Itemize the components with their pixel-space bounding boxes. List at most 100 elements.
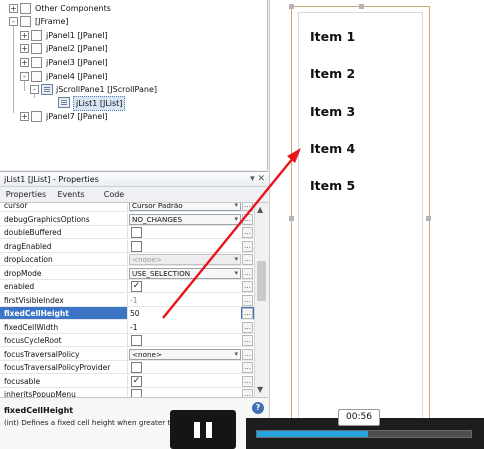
- property-checkbox[interactable]: [131, 362, 142, 373]
- list-item[interactable]: Item 3: [310, 104, 355, 119]
- property-row-enabled[interactable]: enabled ✓…: [0, 280, 254, 293]
- property-value[interactable]: [127, 334, 241, 347]
- expand-icon[interactable]: +: [20, 112, 29, 121]
- tree-node[interactable]: - [JFrame]: [0, 15, 260, 28]
- tree-node[interactable]: jList1 [JList]: [0, 96, 260, 111]
- resize-handle[interactable]: [289, 4, 294, 9]
- property-row-fixedCellHeight[interactable]: fixedCellHeight 50…: [0, 307, 254, 320]
- property-value[interactable]: -1: [127, 293, 241, 307]
- property-row-dragEnabled[interactable]: dragEnabled…: [0, 239, 254, 253]
- expand-icon[interactable]: +: [9, 4, 18, 13]
- customize-button[interactable]: …: [242, 335, 253, 346]
- expand-icon[interactable]: +: [20, 31, 29, 40]
- property-value[interactable]: [127, 239, 241, 253]
- property-value[interactable]: 50: [127, 307, 241, 320]
- property-row-firstVisibleIndex[interactable]: firstVisibleIndex -1…: [0, 293, 254, 307]
- panel-window-controls[interactable]: ▾ ✕: [250, 172, 265, 187]
- customize-button[interactable]: …: [242, 203, 253, 211]
- list-item[interactable]: Item 5: [310, 178, 355, 193]
- property-value[interactable]: ✓: [127, 374, 241, 388]
- property-checkbox[interactable]: [131, 240, 142, 252]
- property-dropdown[interactable]: USE_SELECTION ▾: [129, 267, 241, 279]
- customize-button[interactable]: …: [242, 227, 253, 238]
- property-name: focusTraversalPolicy: [4, 349, 80, 359]
- property-value[interactable]: ✓: [127, 280, 241, 293]
- customize-button[interactable]: …: [242, 308, 253, 319]
- property-value[interactable]: [127, 388, 241, 397]
- list-item[interactable]: Item 2: [310, 66, 355, 81]
- property-row-dropMode[interactable]: dropMode USE_SELECTION ▾…: [0, 266, 254, 280]
- property-text-value[interactable]: -1: [128, 323, 137, 332]
- list-item[interactable]: Item 1: [310, 29, 355, 44]
- property-value[interactable]: USE_SELECTION ▾: [127, 266, 241, 280]
- customize-button[interactable]: …: [242, 240, 253, 252]
- property-row-dropLocation[interactable]: dropLocation <none> ▾…: [0, 253, 254, 266]
- expand-icon[interactable]: +: [20, 44, 29, 53]
- property-sheet-scrollbar[interactable]: ▲ ▼: [254, 203, 268, 397]
- customize-button[interactable]: …: [242, 348, 253, 360]
- property-value[interactable]: Cursor Padrão ▾: [127, 203, 241, 212]
- expand-icon[interactable]: +: [20, 58, 29, 67]
- property-value[interactable]: [127, 226, 241, 239]
- property-row-fixedCellWidth[interactable]: fixedCellWidth -1…: [0, 320, 254, 334]
- tab-code[interactable]: Code: [96, 188, 132, 203]
- resize-handle[interactable]: [426, 216, 431, 221]
- tree-node[interactable]: + jPanel3 [JPanel]: [0, 56, 260, 69]
- property-row-focusTraversalPolicyProvider[interactable]: focusTraversalPolicyProvider…: [0, 361, 254, 374]
- property-dropdown[interactable]: NO_CHANGES ▾: [129, 213, 241, 225]
- list-item[interactable]: Item 4: [310, 141, 355, 156]
- property-row-debugGraphicsOptions[interactable]: debugGraphicsOptions NO_CHANGES ▾…: [0, 212, 254, 226]
- tree-node[interactable]: + jPanel7 [JPanel]: [0, 110, 260, 123]
- customize-button[interactable]: …: [242, 213, 253, 225]
- design-canvas[interactable]: Item 1 Item 2 Item 3 Item 4 Item 5: [269, 0, 484, 424]
- property-row-inheritsPopupMenu[interactable]: inheritsPopupMenu…: [0, 388, 254, 397]
- property-text-value[interactable]: 50: [128, 309, 140, 318]
- customize-button[interactable]: …: [242, 321, 253, 333]
- customize-button[interactable]: …: [242, 294, 253, 306]
- property-row-cursor[interactable]: cursor Cursor Padrão ▾…: [0, 203, 254, 212]
- customize-button[interactable]: …: [242, 375, 253, 387]
- property-checkbox[interactable]: ✓: [131, 375, 142, 387]
- customize-button[interactable]: …: [242, 389, 253, 397]
- property-checkbox[interactable]: ✓: [131, 281, 142, 292]
- property-row-focusCycleRoot[interactable]: focusCycleRoot…: [0, 334, 254, 347]
- property-row-doubleBuffered[interactable]: doubleBuffered…: [0, 226, 254, 239]
- property-checkbox[interactable]: [131, 335, 142, 346]
- property-value[interactable]: -1: [127, 320, 241, 334]
- property-dropdown[interactable]: <none> ▾: [129, 348, 241, 360]
- tab-events[interactable]: Events: [52, 188, 90, 203]
- customize-button[interactable]: …: [242, 362, 253, 373]
- collapse-icon[interactable]: -: [30, 85, 39, 94]
- tree-node[interactable]: + jPanel1 [JPanel]: [0, 29, 260, 42]
- seek-track[interactable]: [256, 430, 472, 438]
- tree-node[interactable]: + Other Components: [0, 2, 260, 15]
- customize-button[interactable]: …: [242, 281, 253, 292]
- property-value[interactable]: <none> ▾: [127, 347, 241, 361]
- tree-node[interactable]: + jPanel2 [JPanel]: [0, 42, 260, 55]
- collapse-icon[interactable]: -: [20, 72, 29, 81]
- property-row-focusable[interactable]: focusable ✓…: [0, 374, 254, 388]
- property-value[interactable]: <none> ▾: [127, 253, 241, 266]
- property-value[interactable]: NO_CHANGES ▾: [127, 212, 241, 226]
- property-value[interactable]: [127, 361, 241, 374]
- scroll-down-icon[interactable]: ▼: [257, 385, 263, 394]
- resize-handle[interactable]: [289, 216, 294, 221]
- resize-handle[interactable]: [359, 4, 364, 9]
- jlist-component[interactable]: Item 1 Item 2 Item 3 Item 4 Item 5: [298, 12, 423, 423]
- pause-button[interactable]: [170, 410, 236, 449]
- tree-node[interactable]: - jScrollPane1 [JScrollPane]: [0, 83, 260, 96]
- customize-button[interactable]: …: [242, 267, 253, 279]
- scroll-thumb[interactable]: [257, 261, 266, 301]
- scroll-up-icon[interactable]: ▲: [257, 205, 263, 214]
- property-text-value[interactable]: -1: [128, 296, 137, 305]
- help-icon[interactable]: ?: [252, 402, 264, 414]
- property-checkbox[interactable]: [131, 227, 142, 238]
- property-checkbox[interactable]: [131, 389, 142, 397]
- jframe-form[interactable]: Item 1 Item 2 Item 3 Item 4 Item 5: [289, 4, 431, 424]
- tab-properties[interactable]: Properties: [3, 188, 49, 203]
- customize-button[interactable]: …: [242, 254, 253, 265]
- collapse-icon[interactable]: -: [9, 17, 18, 26]
- property-row-focusTraversalPolicy[interactable]: focusTraversalPolicy <none> ▾…: [0, 347, 254, 361]
- tree-node[interactable]: - jPanel4 [JPanel]: [0, 70, 260, 83]
- property-dropdown[interactable]: Cursor Padrão ▾: [129, 203, 241, 211]
